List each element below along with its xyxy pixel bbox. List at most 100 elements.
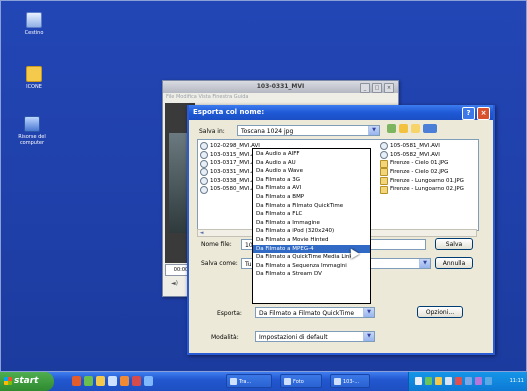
export-value: Da Filmato a Filmato QuickTime	[259, 310, 355, 317]
tray-icon[interactable]	[455, 377, 462, 385]
image-file-icon	[380, 168, 388, 177]
taskbar: start Tra... Foto 103-... 11:11	[0, 372, 527, 391]
taskbar-button[interactable]: Foto	[280, 374, 322, 388]
new-folder-icon[interactable]	[411, 124, 420, 133]
start-button[interactable]: start	[0, 372, 54, 391]
dropdown-option[interactable]: Da Filmato a Movie Hinted	[253, 236, 370, 245]
tray-icon[interactable]	[465, 377, 472, 385]
list-item[interactable]: 105-0582_MVI.AVI	[380, 151, 464, 160]
chevron-down-icon: ▼	[363, 308, 374, 317]
dropdown-option[interactable]: Da Filmato a Sequenza Immagini	[253, 262, 370, 271]
dialog-title-bar: Esporta col nome: ? ×	[189, 105, 493, 120]
quicklaunch-app3-icon[interactable]	[144, 376, 153, 386]
file-column-left: 102-0298_MVI.AVI 103-0315_MVI.AVI 103-03…	[200, 142, 260, 194]
close-icon[interactable]: ×	[477, 107, 490, 120]
list-item[interactable]: 102-0298_MVI.AVI	[200, 142, 260, 151]
movie-file-icon	[200, 168, 208, 177]
dialog-title: Esporta col nome:	[193, 108, 265, 116]
file-name: Firenze - Lungoarno 01.JPG	[390, 177, 464, 184]
clock: 11:11	[509, 378, 524, 384]
view-menu-icon[interactable]	[423, 124, 437, 133]
export-label: Esporta:	[217, 310, 242, 317]
list-item[interactable]: 105-0581_MVI.AVI	[380, 142, 464, 151]
quicklaunch-folder-icon[interactable]	[96, 376, 105, 386]
help-icon[interactable]: ?	[462, 107, 475, 120]
dropdown-option[interactable]: Da Filmato a Stream DV	[253, 270, 370, 279]
export-dropdown-list[interactable]: Da Audio a AIFF Da Audio a AU Da Audio a W…	[252, 148, 371, 304]
player-menu-bar[interactable]: File Modifica Vista Finestra Guida	[163, 93, 398, 101]
desktop-icon-recycle-bin[interactable]: Cestino	[12, 12, 56, 36]
save-in-value: Toscana 1024 jpg	[241, 128, 294, 135]
list-item[interactable]: 105-0580_MVI.AVI	[200, 185, 260, 194]
movie-file-icon	[200, 142, 208, 151]
tray-icon[interactable]	[425, 377, 432, 385]
options-button[interactable]: Opzioni...	[417, 306, 463, 318]
chevron-down-icon: ▼	[419, 259, 430, 268]
dropdown-option[interactable]: Da Audio a AU	[253, 159, 370, 168]
taskbar-button[interactable]: 103-...	[330, 374, 370, 388]
minimize-icon[interactable]: _	[360, 83, 370, 93]
export-select[interactable]: Da Filmato a Filmato QuickTime ▼	[255, 307, 375, 318]
image-file-icon	[380, 185, 388, 194]
quicklaunch-app2-icon[interactable]	[132, 376, 141, 386]
movie-file-icon	[200, 185, 208, 194]
list-item[interactable]: 103-0315_MVI.AVI	[200, 151, 260, 160]
list-item[interactable]: Firenze - Lungoarno 02.JPG	[380, 185, 464, 194]
list-item[interactable]: Firenze - Cielo 02.JPG	[380, 168, 464, 177]
save-as-value: Tu	[245, 261, 252, 268]
list-item[interactable]: Firenze - Cielo 01.JPG	[380, 159, 464, 168]
up-folder-icon[interactable]	[399, 124, 408, 133]
desktop-icon-my-computer[interactable]: Risorse del computer	[10, 116, 54, 146]
close-icon[interactable]: ×	[384, 83, 394, 93]
scroll-left-icon[interactable]: ◄	[198, 230, 205, 236]
tray-icon[interactable]	[485, 377, 492, 385]
movie-file-icon	[380, 151, 388, 160]
movie-file-icon	[380, 142, 388, 151]
desktop-icon-folder[interactable]: ICONE	[12, 66, 56, 90]
tray-icon[interactable]	[435, 377, 442, 385]
save-button[interactable]: Salva	[435, 238, 473, 250]
filename-label: Nome file:	[201, 241, 232, 248]
list-item[interactable]: 103-0317_MVI.AVI	[200, 159, 260, 168]
cancel-button[interactable]: Annulla	[435, 257, 473, 269]
dropdown-option[interactable]: Da Audio a AIFF	[253, 150, 370, 159]
dropdown-option[interactable]: Da Filmato a 3G	[253, 176, 370, 185]
dropdown-option[interactable]: Da Filmato a Immagine	[253, 219, 370, 228]
toolbar	[387, 124, 437, 133]
list-item[interactable]: 103-0331_MVI.AVI	[200, 168, 260, 177]
system-tray: 11:11	[408, 372, 527, 391]
dropdown-option[interactable]: Da Filmato a BMP	[253, 193, 370, 202]
quicklaunch-desktop-icon[interactable]	[108, 376, 117, 386]
taskbar-button[interactable]: Tra...	[226, 374, 272, 388]
dropdown-option[interactable]: Da Filmato a Filmato QuickTime	[253, 202, 370, 211]
list-item[interactable]: Firenze - Lungoarno 01.JPG	[380, 177, 464, 186]
mode-value: Impostazioni di default	[259, 334, 328, 341]
save-in-select[interactable]: Toscana 1024 jpg ▼	[237, 125, 380, 136]
quicklaunch-media-icon[interactable]	[84, 376, 93, 386]
save-as-label: Salva come:	[201, 260, 238, 267]
tray-icon[interactable]	[415, 377, 422, 385]
movie-file-icon	[200, 151, 208, 160]
volume-icon[interactable]: ◄)	[171, 280, 178, 287]
file-name: Firenze - Cielo 02.JPG	[390, 169, 449, 176]
maximize-icon[interactable]: □	[372, 83, 382, 93]
file-name: Firenze - Lungoarno 02.JPG	[390, 186, 464, 193]
dropdown-option[interactable]: Da Filmato a FLC	[253, 210, 370, 219]
save-in-label: Salva in:	[199, 128, 225, 135]
recycle-bin-icon	[26, 12, 42, 28]
back-icon[interactable]	[387, 124, 396, 133]
tray-icon[interactable]	[445, 377, 452, 385]
mode-select[interactable]: Impostazioni di default ▼	[255, 331, 375, 342]
quicklaunch-browser-icon[interactable]	[72, 376, 81, 386]
image-file-icon	[380, 159, 388, 168]
tray-icon[interactable]	[475, 377, 482, 385]
file-name: 105-0582_MVI.AVI	[390, 151, 440, 158]
dropdown-option[interactable]: Da Filmato a iPod (320x240)	[253, 227, 370, 236]
desktop: Cestino ICONE Risorse del computer 103-0…	[0, 0, 527, 372]
desktop-icon-label: ICONE	[26, 84, 42, 90]
file-name: Firenze - Cielo 01.JPG	[390, 160, 449, 167]
dropdown-option[interactable]: Da Audio a Wave	[253, 167, 370, 176]
quicklaunch-app-icon[interactable]	[120, 376, 129, 386]
dropdown-option[interactable]: Da Filmato a AVI	[253, 184, 370, 193]
list-item[interactable]: 103-0338_MVI.AVI	[200, 177, 260, 186]
